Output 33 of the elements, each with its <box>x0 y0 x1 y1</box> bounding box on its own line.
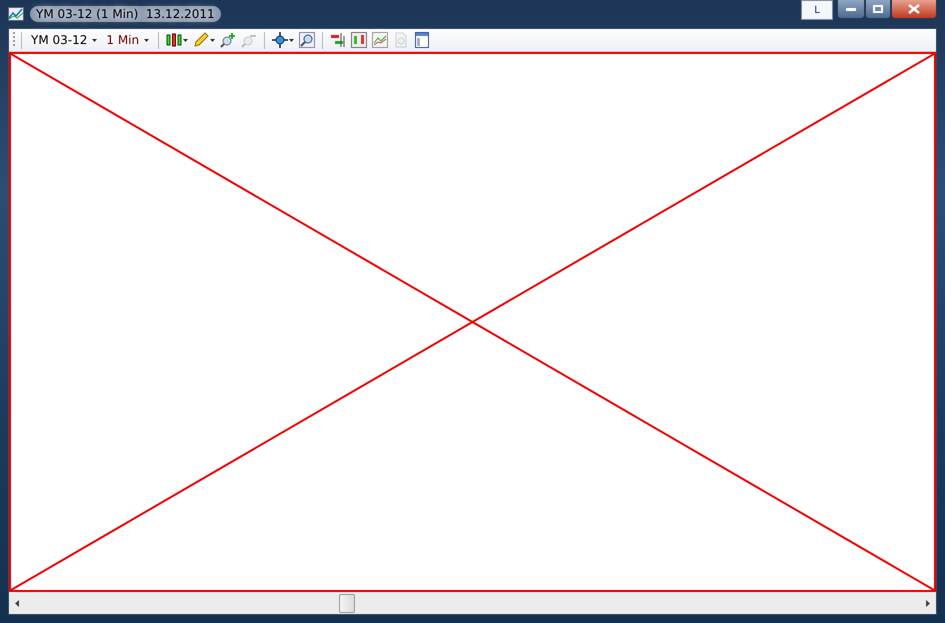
toolbar-button[interactable] <box>271 32 296 48</box>
caret-icon <box>92 38 98 42</box>
crosshair-icon <box>272 32 288 48</box>
caret-icon <box>144 38 150 42</box>
close-icon <box>908 4 920 14</box>
document-icon <box>393 32 410 48</box>
toolbar-button[interactable] <box>165 32 190 48</box>
minimize-button[interactable] <box>837 0 865 19</box>
maximize-button[interactable] <box>865 0 891 19</box>
chart-app-icon <box>8 7 24 21</box>
left-arrow-icon <box>15 600 19 606</box>
close-button[interactable] <box>891 0 937 19</box>
toolbar-button[interactable] <box>219 32 238 48</box>
chart-bars-icon <box>351 32 368 48</box>
minimize-icon <box>846 8 856 10</box>
toolbar-button[interactable] <box>329 32 348 48</box>
right-arrow-icon <box>926 600 930 606</box>
magnifier-icon <box>299 32 316 48</box>
pencil-icon <box>193 32 210 48</box>
interval-dropdown[interactable]: 1 Min <box>103 33 152 47</box>
line-chart-icon <box>372 32 388 48</box>
scrollbar-thumb[interactable] <box>339 594 356 613</box>
toolbar-button[interactable] <box>413 32 432 48</box>
zoom-in-icon <box>220 32 236 48</box>
toolbar-button[interactable] <box>298 32 316 48</box>
strategy-icon <box>330 32 346 48</box>
maximize-icon <box>873 5 883 13</box>
language-indicator[interactable]: L <box>801 0 833 20</box>
panel-icon <box>414 32 430 48</box>
zoom-out-icon <box>241 32 258 48</box>
candlestick-icon <box>166 32 182 48</box>
horizontal-scrollbar[interactable] <box>9 592 936 614</box>
instrument-dropdown[interactable]: YM 03-12 <box>28 33 100 47</box>
